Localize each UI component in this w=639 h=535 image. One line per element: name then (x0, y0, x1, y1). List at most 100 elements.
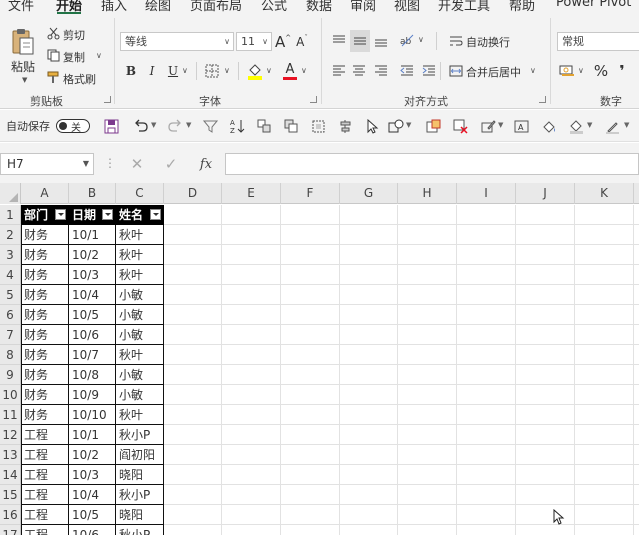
table-cell[interactable]: 10/2 (69, 445, 116, 465)
save-icon[interactable] (103, 118, 119, 134)
redo-dropdown-chevron-icon[interactable]: ▼ (186, 121, 191, 129)
tab-help[interactable]: 帮助 (509, 0, 535, 14)
pointer-icon[interactable] (364, 118, 380, 134)
table-cell[interactable]: 阎初阳 (116, 445, 164, 465)
orientation-dropdown-chevron-icon[interactable]: ∨ (418, 35, 424, 44)
row-header-9[interactable]: 9 (0, 365, 21, 385)
decrease-font-size-button[interactable]: Aˇ (294, 32, 310, 51)
tab-file[interactable]: 文件 (8, 0, 34, 14)
row-header-8[interactable]: 8 (0, 345, 21, 365)
shape-fill-icon[interactable] (541, 118, 557, 134)
column-header-a[interactable]: A (21, 183, 69, 204)
table-cell[interactable]: 小敏 (116, 305, 164, 325)
filter-dropdown-icon[interactable] (150, 209, 161, 220)
copy-button[interactable]: 复制 (63, 49, 85, 65)
table-header-cell[interactable]: 姓名 (116, 205, 164, 225)
copy-icon[interactable] (46, 48, 60, 62)
wrap-text-button[interactable]: 自动换行 (466, 34, 510, 50)
filter-icon[interactable] (202, 118, 218, 134)
decrease-indent-icon[interactable] (398, 62, 416, 80)
column-header-g[interactable]: G (340, 183, 398, 204)
column-header-e[interactable]: E (222, 183, 281, 204)
column-header-f[interactable]: F (281, 183, 340, 204)
table-cell[interactable]: 财务 (21, 245, 69, 265)
filter-dropdown-icon[interactable] (55, 209, 66, 220)
fill-color-button[interactable] (246, 61, 264, 81)
font-size-select[interactable]: 11 ∨ (236, 32, 272, 51)
table-cell[interactable]: 财务 (21, 325, 69, 345)
cut-button[interactable]: 剪切 (63, 27, 85, 43)
undo-dropdown-chevron-icon[interactable]: ▼ (151, 121, 156, 129)
column-header-j[interactable]: J (516, 183, 575, 204)
table-cell[interactable]: 秋叶 (116, 225, 164, 245)
tab-review[interactable]: 审阅 (350, 0, 376, 14)
wrap-text-icon[interactable] (448, 32, 464, 50)
table-cell[interactable]: 财务 (21, 405, 69, 425)
tab-view[interactable]: 视图 (394, 0, 420, 14)
row-header-2[interactable]: 2 (0, 225, 21, 245)
table-cell[interactable]: 工程 (21, 425, 69, 445)
tab-data[interactable]: 数据 (306, 0, 332, 14)
table-header-cell[interactable]: 部门 (21, 205, 69, 225)
tab-formulas[interactable]: 公式 (261, 0, 287, 14)
comma-style-icon[interactable]: ❜ (616, 61, 628, 81)
shapes-icon[interactable] (388, 118, 404, 134)
row-header-7[interactable]: 7 (0, 325, 21, 345)
table-cell[interactable]: 小敏 (116, 325, 164, 345)
table-header-cell[interactable]: 日期 (69, 205, 116, 225)
column-header-i[interactable]: I (457, 183, 516, 204)
table-cell[interactable]: 财务 (21, 365, 69, 385)
row-header-1[interactable]: 1 (0, 205, 21, 225)
paste-label[interactable]: 粘贴 (11, 58, 35, 75)
name-box[interactable]: H7 ▼ (0, 153, 94, 175)
table-cell[interactable]: 10/4 (69, 485, 116, 505)
spreadsheet-grid[interactable]: ABCDEFGHIJK 1 2 3 4 5 6 7 8 9 10 11 12 13 14 15 16 17 部门… (0, 183, 639, 535)
select-all-button[interactable] (0, 183, 21, 204)
table-cell[interactable]: 财务 (21, 225, 69, 245)
borders-dropdown-chevron-icon[interactable]: ∨ (224, 66, 230, 75)
align-middle-button[interactable] (350, 30, 370, 52)
alignment-launcher-icon[interactable] (539, 96, 546, 103)
delete-object-icon[interactable] (452, 118, 468, 134)
table-cell[interactable]: 秋叶 (116, 245, 164, 265)
shapes-dropdown-chevron-icon[interactable]: ▼ (406, 121, 411, 129)
align-left-icon[interactable] (330, 62, 348, 80)
scissors-icon[interactable] (46, 26, 60, 40)
table-cell[interactable]: 工程 (21, 525, 69, 535)
accounting-format-button[interactable] (558, 62, 576, 80)
table-cell[interactable]: 小敏 (116, 365, 164, 385)
row-header-17[interactable]: 17 (0, 525, 21, 535)
row-header-14[interactable]: 14 (0, 465, 21, 485)
column-header-h[interactable]: H (398, 183, 457, 204)
formula-input[interactable] (225, 153, 639, 175)
font-color-button[interactable]: A (282, 61, 298, 81)
row-header-12[interactable]: 12 (0, 425, 21, 445)
table-cell[interactable]: 晓阳 (116, 465, 164, 485)
table-cell[interactable]: 10/6 (69, 325, 116, 345)
font-launcher-icon[interactable] (310, 96, 317, 103)
autosave-toggle[interactable]: 关 (56, 119, 90, 134)
text-box-icon[interactable]: A (513, 118, 529, 134)
edit-shape-icon[interactable] (480, 118, 496, 134)
enter-icon[interactable]: ✓ (162, 155, 180, 173)
bring-forward-icon[interactable] (283, 118, 299, 134)
row-header-10[interactable]: 10 (0, 385, 21, 405)
select-objects-icon[interactable] (310, 118, 326, 134)
row-header-4[interactable]: 4 (0, 265, 21, 285)
table-cell[interactable]: 10/9 (69, 385, 116, 405)
tab-draw[interactable]: 绘图 (145, 0, 171, 14)
number-format-select[interactable]: 常规 (557, 32, 639, 51)
table-cell[interactable]: 10/8 (69, 365, 116, 385)
table-cell[interactable]: 秋小P (116, 485, 164, 505)
paste-button[interactable] (8, 26, 38, 58)
clipboard-launcher-icon[interactable] (104, 96, 111, 103)
align-bottom-button[interactable] (372, 32, 390, 50)
fill-color-icon[interactable] (568, 118, 584, 134)
insert-function-button[interactable]: fx (196, 155, 216, 173)
tab-insert[interactable]: 插入 (101, 0, 127, 14)
row-header-5[interactable]: 5 (0, 285, 21, 305)
table-cell[interactable]: 小敏 (116, 385, 164, 405)
undo-icon[interactable] (132, 118, 148, 134)
merge-center-button[interactable]: 合并后居中 (466, 64, 521, 80)
picture-icon[interactable] (425, 118, 441, 134)
